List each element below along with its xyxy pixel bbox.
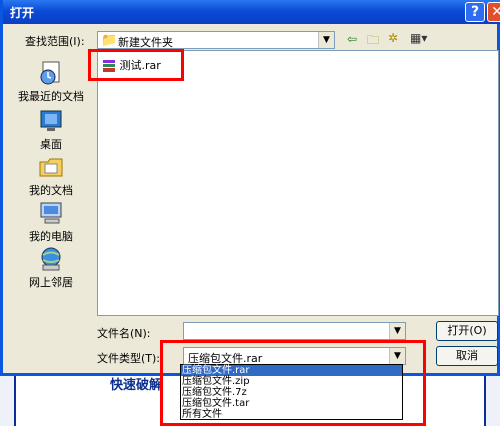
- open-button[interactable]: 打开(O): [436, 321, 498, 341]
- my-computer-icon: [40, 202, 62, 224]
- highlight-box-file: [88, 49, 184, 81]
- place-network[interactable]: 网上邻居: [11, 246, 91, 290]
- place-my-computer[interactable]: 我的电脑: [11, 200, 91, 244]
- place-label: 我最近的文档: [18, 90, 84, 103]
- view-menu-icon[interactable]: ▦▾: [410, 31, 427, 45]
- back-arrow-icon[interactable]: ⇦: [347, 32, 357, 46]
- lookin-value: 新建文件夹: [118, 36, 173, 49]
- close-button[interactable]: ✕: [487, 2, 500, 22]
- desktop-icon: [40, 110, 62, 131]
- network-places-icon: [41, 247, 61, 271]
- file-list[interactable]: 测试.rar: [97, 50, 499, 316]
- places-bar: 我最近的文档 桌面 我的文档 我的电脑 网上邻居: [11, 50, 91, 290]
- window-title: 打开: [10, 6, 35, 20]
- chevron-down-icon[interactable]: ▼: [318, 32, 334, 48]
- filename-field[interactable]: ▼: [183, 322, 406, 340]
- place-recent[interactable]: 我最近的文档: [11, 60, 91, 104]
- open-dialog: 打开 ? ✕ 查找范围(I): 📁 新建文件夹 ▼ ⇦ 🗀 ✲ ▦▾ 我最近的文…: [0, 0, 500, 376]
- folder-icon: 📁: [101, 33, 118, 48]
- background-text: 快速破解: [110, 378, 163, 393]
- place-label: 我的电脑: [29, 230, 73, 243]
- help-button[interactable]: ?: [465, 2, 485, 22]
- my-documents-icon: [39, 158, 63, 177]
- place-label: 桌面: [40, 138, 62, 151]
- new-folder-icon[interactable]: ✲: [388, 31, 398, 45]
- recent-documents-icon: [40, 61, 60, 85]
- chevron-down-icon[interactable]: ▼: [389, 323, 405, 339]
- place-label: 网上邻居: [29, 276, 73, 289]
- filename-label: 文件名(N):: [97, 327, 151, 340]
- highlight-box-filetype: [160, 340, 426, 426]
- place-my-documents[interactable]: 我的文档: [11, 154, 91, 198]
- filetype-label: 文件类型(T):: [97, 352, 161, 365]
- title-bar[interactable]: 打开 ? ✕: [3, 0, 500, 24]
- lookin-label: 查找范围(I):: [25, 35, 85, 48]
- place-label: 我的文档: [29, 184, 73, 197]
- cancel-button[interactable]: 取消: [436, 346, 498, 366]
- up-folder-icon[interactable]: 🗀: [367, 31, 379, 52]
- place-desktop[interactable]: 桌面: [11, 108, 91, 152]
- lookin-combo[interactable]: 📁 新建文件夹 ▼: [97, 31, 335, 49]
